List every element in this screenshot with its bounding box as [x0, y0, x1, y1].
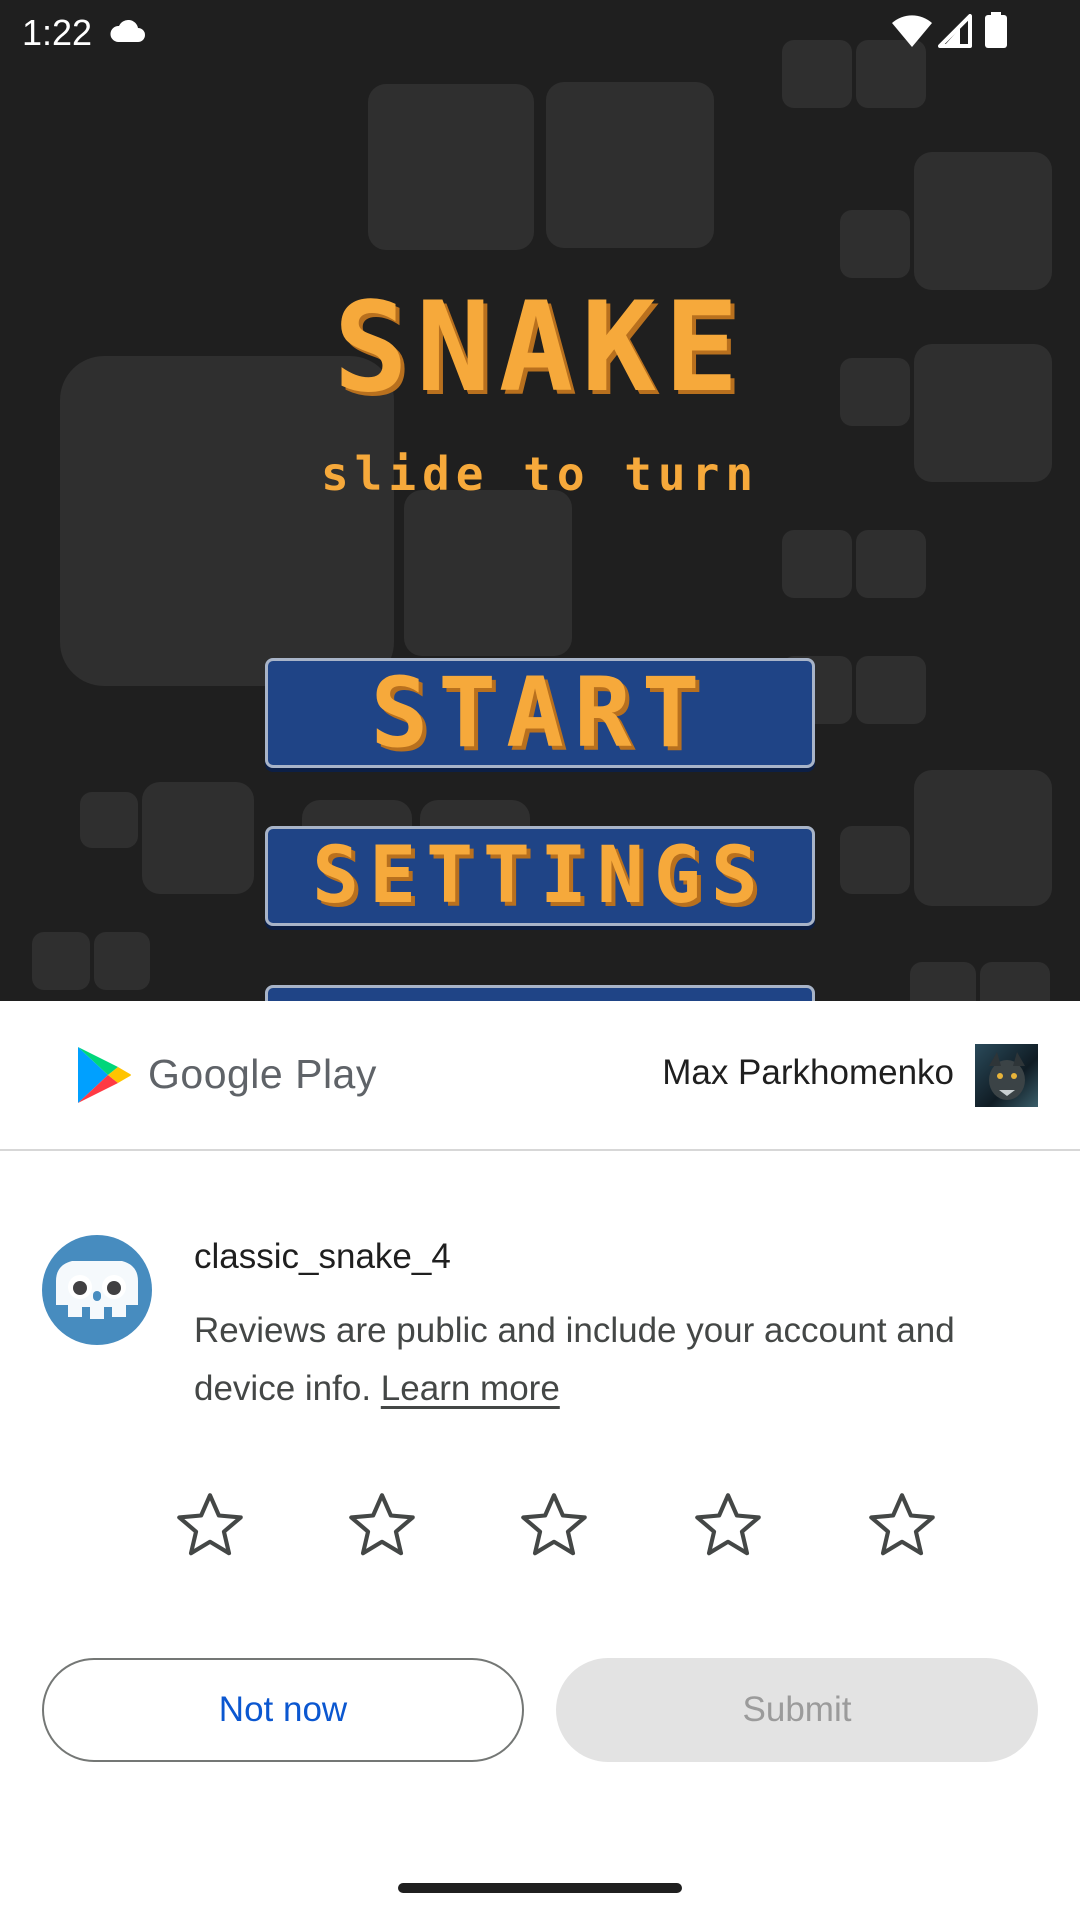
review-disclaimer: Reviews are public and include your acco…	[194, 1302, 994, 1418]
cloud-icon	[110, 19, 145, 42]
learn-more-link[interactable]: Learn more	[381, 1369, 560, 1408]
bg-tile	[914, 152, 1052, 290]
avatar-picture	[989, 1052, 1025, 1100]
bg-tile	[32, 932, 90, 990]
bg-tile	[856, 656, 926, 724]
start-button[interactable]: START	[265, 657, 815, 769]
store-name: Google Play	[148, 1051, 377, 1097]
battery-icon	[985, 12, 1007, 48]
disclaimer-text: Reviews are public and include your acco…	[194, 1311, 955, 1408]
wifi-icon	[892, 15, 932, 47]
not-now-label: Not now	[218, 1690, 348, 1729]
game-subtitle: slide to turn	[320, 447, 760, 501]
game-title: SNAKE	[333, 276, 747, 420]
star-1-icon[interactable]	[172, 1487, 248, 1563]
bg-tile	[980, 962, 1050, 1001]
bg-tile	[910, 962, 976, 1001]
bg-tile	[94, 932, 150, 990]
not-now-button[interactable]: Not now	[42, 1658, 524, 1762]
clock: 1:22	[22, 12, 93, 53]
app-name: classic_snake_4	[194, 1237, 451, 1276]
star-2-icon[interactable]	[344, 1487, 420, 1563]
bg-tile	[782, 530, 852, 598]
app-icon	[42, 1235, 152, 1345]
review-bottom-sheet: Google Play Max Parkhomenko classic_snak…	[0, 1001, 1080, 1920]
start-button-label: START	[370, 657, 710, 769]
game-screen: SNAKE slide to turn START SETTINGS	[0, 0, 1080, 1001]
star-rating	[0, 1487, 1080, 1567]
bg-tile	[840, 210, 910, 278]
settings-button-label: SETTINGS	[312, 831, 768, 921]
bg-tile	[368, 84, 534, 250]
godot-robot-icon	[56, 1261, 138, 1319]
star-5-icon[interactable]	[864, 1487, 940, 1563]
cell-signal-icon	[938, 14, 972, 48]
sheet-header: Google Play Max Parkhomenko	[0, 1001, 1080, 1151]
star-3-icon[interactable]	[516, 1487, 592, 1563]
submit-label: Submit	[742, 1690, 852, 1729]
bg-tile	[142, 782, 254, 894]
menu-button-partially-hidden[interactable]	[265, 985, 815, 1001]
google-play-logo-icon	[78, 1047, 131, 1103]
submit-button[interactable]: Submit	[556, 1658, 1038, 1762]
bg-tile	[856, 530, 926, 598]
gesture-nav-handle[interactable]	[398, 1883, 682, 1893]
status-bar: 1:22	[0, 0, 1080, 64]
bg-tile	[80, 792, 138, 848]
account-avatar[interactable]	[975, 1044, 1038, 1107]
bg-tile	[914, 770, 1052, 906]
settings-button[interactable]: SETTINGS	[265, 826, 815, 926]
star-4-icon[interactable]	[690, 1487, 766, 1563]
bg-tile	[840, 826, 910, 894]
bg-tile	[546, 82, 714, 248]
account-name: Max Parkhomenko	[662, 1053, 954, 1092]
bg-tile	[404, 490, 572, 656]
